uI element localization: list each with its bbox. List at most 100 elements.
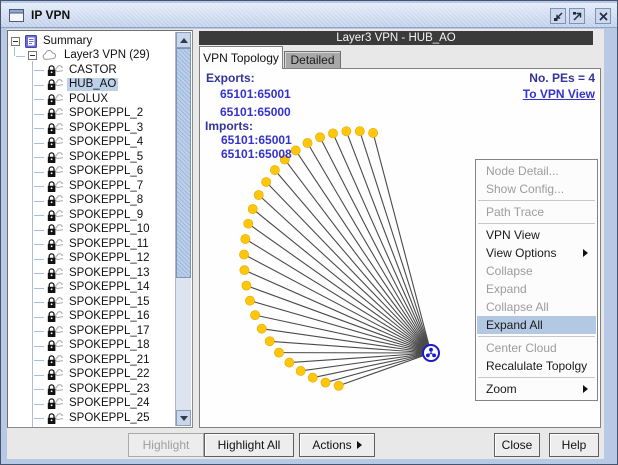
spoke-node[interactable] [248, 204, 257, 213]
tree-item-spokeppl-15[interactable]: SPOKEPPL_15 [9, 295, 175, 310]
maximize-button[interactable] [569, 8, 585, 24]
submenu-arrow-icon [583, 385, 588, 393]
tree-item-spokeppl-13[interactable]: SPOKEPPL_13 [9, 266, 175, 281]
tree-scrollbar[interactable] [175, 32, 191, 426]
tree-item-spokeppl-5[interactable]: SPOKEPPL_5 [9, 150, 175, 165]
topology-link [250, 301, 431, 353]
tree-item-spokeppl-21[interactable]: SPOKEPPL_21 [9, 353, 175, 368]
spoke-node[interactable] [265, 337, 274, 346]
spoke-node[interactable] [245, 296, 254, 305]
tree-item-label: CASTOR [67, 64, 119, 77]
titlebar[interactable]: IP VPN [1, 3, 617, 28]
lock-icon [46, 122, 63, 135]
window-title: IP VPN [31, 8, 70, 22]
tree-item-spokeppl-22[interactable]: SPOKEPPL_22 [9, 368, 175, 383]
tree-item-layer3-vpn-29[interactable]: Layer3 VPN (29) [9, 49, 175, 64]
tree-item-polux[interactable]: POLUX [9, 92, 175, 107]
scrollbar-thumb[interactable] [176, 48, 191, 278]
tree-item-castor[interactable]: CASTOR [9, 63, 175, 78]
highlight-all-button[interactable]: Highlight All [204, 433, 294, 457]
tree-item-summary[interactable]: Summary [9, 34, 175, 49]
tree-item-hub-ao[interactable]: HUB_AO [9, 78, 175, 93]
menu-item-recalulate-topolgy[interactable]: Recalulate Topolgy [477, 357, 596, 375]
tree-item-spokeppl-3[interactable]: SPOKEPPL_3 [9, 121, 175, 136]
menu-item-vpn-view[interactable]: VPN View [477, 226, 596, 244]
hub-node[interactable] [423, 345, 439, 361]
spoke-node[interactable] [254, 190, 263, 199]
spoke-node[interactable] [321, 378, 330, 387]
actions-button[interactable]: Actions [299, 433, 375, 457]
menu-item-view-options[interactable]: View Options [477, 244, 596, 262]
lock-icon [46, 267, 63, 280]
spoke-node[interactable] [285, 358, 294, 367]
collapse-toggle-icon[interactable] [11, 37, 20, 46]
spoke-node[interactable] [296, 366, 305, 375]
close-button[interactable]: Close [494, 433, 540, 457]
spoke-node[interactable] [342, 127, 351, 136]
menu-item-expand-all[interactable]: Expand All [477, 316, 596, 334]
lock-icon [46, 223, 63, 236]
tree-item-spokeppl-6[interactable]: SPOKEPPL_6 [9, 165, 175, 180]
tree-item-spokeppl-11[interactable]: SPOKEPPL_11 [9, 237, 175, 252]
spoke-node[interactable] [242, 281, 251, 290]
tree-item-label: SPOKEPPL_23 [67, 383, 152, 396]
spoke-node[interactable] [240, 266, 249, 275]
topology-link [320, 137, 431, 353]
spoke-node[interactable] [262, 177, 271, 186]
tree-item-spokeppl-23[interactable]: SPOKEPPL_23 [9, 382, 175, 397]
tree-item-spokeppl-25[interactable]: SPOKEPPL_25 [9, 411, 175, 426]
help-button[interactable]: Help [549, 433, 599, 457]
spoke-node[interactable] [274, 348, 283, 357]
close-window-button[interactable] [595, 8, 611, 24]
spoke-node[interactable] [303, 138, 312, 147]
tree-item-spokeppl-2[interactable]: SPOKEPPL_2 [9, 107, 175, 122]
topology-link [270, 341, 431, 353]
tree-item-spokeppl-12[interactable]: SPOKEPPL_12 [9, 252, 175, 267]
tree-item-spokeppl-9[interactable]: SPOKEPPL_9 [9, 208, 175, 223]
spoke-node[interactable] [251, 311, 260, 320]
menu-item-zoom[interactable]: Zoom [477, 380, 596, 398]
lock-icon [46, 412, 63, 425]
spoke-node[interactable] [244, 219, 253, 228]
tree-item-spokeppl-16[interactable]: SPOKEPPL_16 [9, 310, 175, 325]
tree-item-spokeppl-24[interactable]: SPOKEPPL_24 [9, 397, 175, 412]
lock-icon [46, 209, 63, 222]
to-vpn-view-link[interactable]: To VPN View [523, 87, 595, 101]
tree-item-spokeppl-18[interactable]: SPOKEPPL_18 [9, 339, 175, 354]
spoke-node[interactable] [369, 128, 378, 137]
spoke-node[interactable] [355, 127, 364, 136]
spoke-node[interactable] [334, 381, 343, 390]
spoke-node[interactable] [270, 165, 279, 174]
scroll-up-button[interactable] [176, 32, 191, 48]
lock-icon [46, 238, 63, 251]
collapse-toggle-icon[interactable] [28, 51, 37, 60]
tree-item-label: SPOKEPPL_9 [67, 209, 145, 222]
spoke-node[interactable] [241, 234, 250, 243]
lock-icon [46, 310, 63, 323]
tree-item-spokeppl-7[interactable]: SPOKEPPL_7 [9, 179, 175, 194]
spoke-node[interactable] [315, 133, 324, 142]
tab-detailed[interactable]: Detailed [284, 51, 341, 69]
scroll-down-button[interactable] [176, 410, 191, 426]
menu-item-show-config: Show Config... [477, 180, 596, 198]
tree-item-spokeppl-4[interactable]: SPOKEPPL_4 [9, 136, 175, 151]
tree-item-spokeppl-14[interactable]: SPOKEPPL_14 [9, 281, 175, 296]
spoke-node[interactable] [328, 129, 337, 138]
tree-item-label: SPOKEPPL_13 [67, 267, 152, 280]
tree-item-spokeppl-8[interactable]: SPOKEPPL_8 [9, 194, 175, 209]
tree-item-label: SPOKEPPL_15 [67, 296, 152, 309]
tree-item-spokeppl-10[interactable]: SPOKEPPL_10 [9, 223, 175, 238]
import-route-target: 65101:65001 [221, 133, 292, 147]
restore-down-button[interactable] [550, 8, 566, 24]
tree-item-spokeppl-26[interactable]: SPOKEPPL_26 [9, 426, 175, 427]
spoke-node[interactable] [257, 324, 266, 333]
tab-vpn-topology[interactable]: VPN Topology [199, 46, 283, 69]
menu-item-collapse-all: Collapse All [477, 298, 596, 316]
tree-item-spokeppl-17[interactable]: SPOKEPPL_17 [9, 324, 175, 339]
spoke-node[interactable] [291, 146, 300, 155]
panel-title: Layer3 VPN - HUB_AO [199, 31, 593, 45]
topology-content: Exports: 65101:65001 65101:65000 Imports… [199, 68, 601, 428]
highlight-button: Highlight [128, 433, 204, 457]
spoke-node[interactable] [308, 373, 317, 382]
spoke-node[interactable] [239, 250, 248, 259]
